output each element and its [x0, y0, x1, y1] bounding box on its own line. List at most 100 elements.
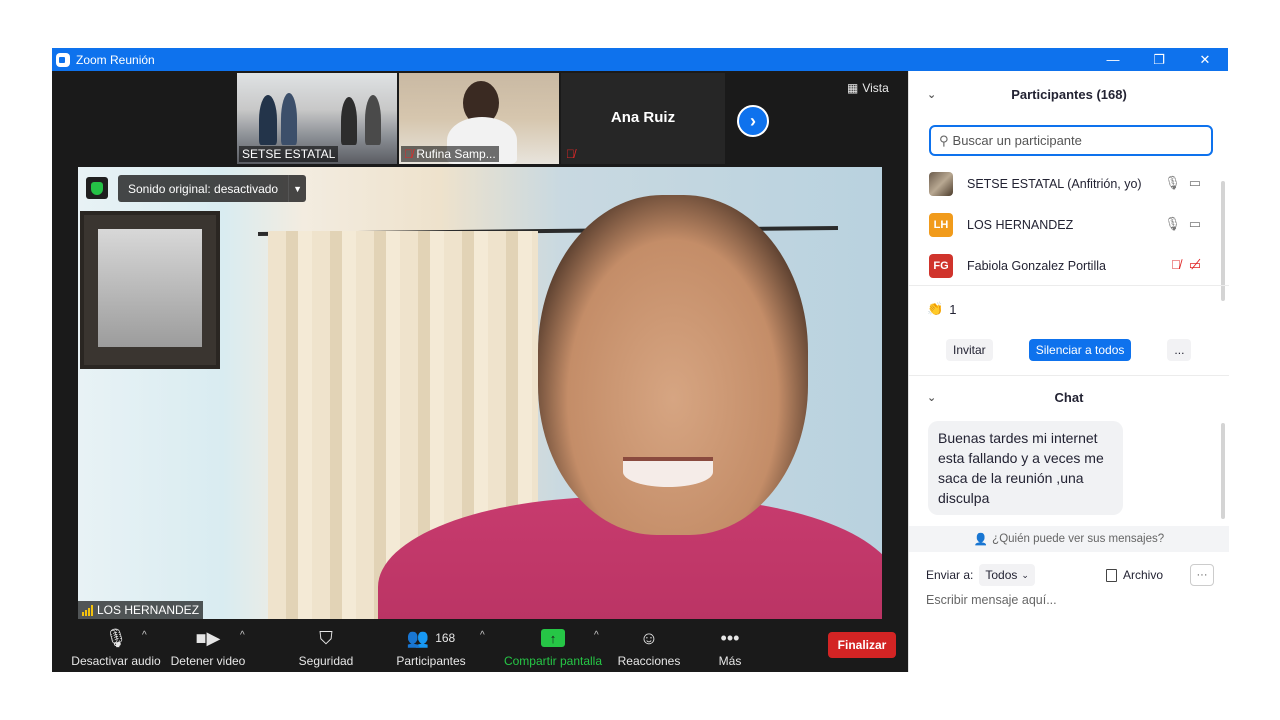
- wall-picture-frame: [80, 211, 220, 369]
- participant-name: SETSE ESTATAL (Anfitrión, yo): [967, 176, 1142, 191]
- reaction-summary: 👏 1: [927, 301, 956, 317]
- search-icon: ⚲: [939, 132, 949, 148]
- thumbnail-name: SETSE ESTATAL: [239, 146, 339, 162]
- thumbnail-rufina[interactable]: 🎙̸ Rufina Samp...: [399, 73, 559, 164]
- stop-video-button[interactable]: ■▶ Detener video: [168, 626, 248, 669]
- encryption-shield-icon[interactable]: [86, 177, 108, 199]
- user-lock-icon: 👤: [973, 534, 989, 546]
- participants-button[interactable]: 👥 168 Participantes: [392, 626, 470, 669]
- mic-muted-badge: 🎙̸: [563, 146, 578, 162]
- video-options-chevron[interactable]: ^: [240, 630, 245, 641]
- microphone-icon[interactable]: 🎙: [1164, 216, 1181, 232]
- title-bar: Zoom Reunión — ❐ ✕: [52, 48, 1228, 71]
- thumbnail-name: 🎙̸ Rufina Samp...: [401, 146, 499, 162]
- zoom-logo-icon: [56, 52, 70, 67]
- participant-scrollbar[interactable]: [1221, 181, 1225, 301]
- more-dots-icon: •••: [720, 627, 740, 648]
- mute-all-button[interactable]: Silenciar a todos: [1028, 339, 1132, 361]
- meeting-toolbar: 🎙 Desactivar audio ^ ■▶ Detener video ^ …: [52, 622, 908, 672]
- thumbnail-name: Ana Ruiz: [610, 109, 676, 126]
- person-figure: [259, 95, 277, 145]
- participants-options-chevron[interactable]: ^: [480, 630, 485, 641]
- avatar: LH: [929, 212, 953, 237]
- audio-options-chevron[interactable]: ^: [142, 630, 147, 641]
- participants-icon: 👥 168: [406, 627, 456, 648]
- share-screen-button[interactable]: ↑ Compartir pantalla: [500, 626, 606, 668]
- clapping-hands-icon: 👏: [927, 301, 944, 316]
- reactions-button[interactable]: ☺ Reacciones: [616, 626, 682, 669]
- minimize-button[interactable]: —: [1090, 48, 1136, 71]
- share-options-chevron[interactable]: ^: [594, 630, 599, 641]
- recipient-dropdown[interactable]: Todos ⌄: [979, 564, 1035, 586]
- active-speaker-video: Sonido original: desactivado ▼ LOS HERNA…: [78, 167, 882, 619]
- thumbnail-setse[interactable]: SETSE ESTATAL: [237, 73, 397, 164]
- person-figure: [365, 95, 381, 145]
- mute-audio-button[interactable]: 🎙 Desactivar audio: [62, 626, 170, 669]
- person-figure: [341, 97, 357, 145]
- microphone-icon[interactable]: 🎙: [1164, 175, 1181, 191]
- signal-bars-icon: [82, 604, 93, 616]
- original-sound-toggle[interactable]: Sonido original: desactivado ▼: [118, 175, 307, 202]
- chevron-down-icon[interactable]: ⌄: [927, 391, 936, 404]
- who-can-see-link[interactable]: 👤 ¿Quién puede ver sus mensajes?: [909, 526, 1229, 552]
- participant-list: SETSE ESTATAL (Anfitrión, yo) 🎙 ▭ LH LOS…: [909, 163, 1221, 286]
- participants-count: 168: [435, 631, 456, 645]
- mic-muted-icon: 🎙̸: [404, 147, 413, 161]
- participant-row[interactable]: SETSE ESTATAL (Anfitrión, yo) 🎙 ▭: [909, 163, 1221, 204]
- zoom-window: Zoom Reunión — ❐ ✕ SETSE ESTATAL 🎙̸ Rufi…: [52, 48, 1229, 672]
- file-icon: [1106, 568, 1117, 582]
- chat-scrollbar[interactable]: [1221, 423, 1225, 519]
- video-camera-icon[interactable]: ▭: [1189, 175, 1201, 191]
- original-sound-label: Sonido original: desactivado: [128, 181, 279, 196]
- avatar: FG: [929, 253, 953, 278]
- meeting-area: SETSE ESTATAL 🎙̸ Rufina Samp... Ana Ruiz…: [52, 71, 908, 672]
- invite-button[interactable]: Invitar: [946, 339, 993, 361]
- person-figure: [281, 93, 297, 145]
- participant-search-input[interactable]: ⚲ Buscar un participante: [929, 125, 1213, 156]
- participants-header: ⌄ Participantes (168): [909, 71, 1229, 117]
- chat-more-button[interactable]: ···: [1190, 564, 1214, 586]
- share-screen-icon: ↑: [541, 629, 565, 647]
- video-camera-icon[interactable]: ▭: [1189, 216, 1201, 232]
- window-title: Zoom Reunión: [76, 52, 155, 67]
- video-off-icon[interactable]: ▭̸: [1189, 257, 1201, 273]
- chat-title: Chat: [1054, 389, 1084, 405]
- video-camera-icon: ■▶: [195, 627, 221, 648]
- thumbnail-ana-ruiz[interactable]: Ana Ruiz 🎙̸: [561, 73, 725, 164]
- microphone-icon: 🎙: [104, 627, 128, 648]
- chat-message-input[interactable]: Escribir mensaje aquí...: [926, 593, 1057, 607]
- reaction-count: 1: [949, 301, 957, 317]
- chat-message: Buenas tardes mi internet esta fallando …: [928, 421, 1123, 515]
- participants-title: Participantes (168): [1011, 86, 1127, 102]
- chevron-down-icon[interactable]: ▼: [288, 175, 306, 202]
- file-button[interactable]: Archivo: [1106, 568, 1163, 582]
- end-meeting-button[interactable]: Finalizar: [828, 632, 896, 658]
- participant-name: Fabiola Gonzalez Portilla: [967, 258, 1106, 273]
- close-button[interactable]: ✕: [1182, 48, 1228, 71]
- speaker-name-tag: LOS HERNANDEZ: [78, 601, 204, 619]
- participant-actions: Invitar Silenciar a todos ...: [946, 339, 1192, 361]
- search-placeholder: Buscar un participante: [952, 133, 1082, 148]
- speaker-name: LOS HERNANDEZ: [97, 603, 200, 617]
- security-button[interactable]: ⛉ Seguridad: [292, 626, 360, 669]
- mic-muted-icon[interactable]: 🎙̸: [1171, 257, 1181, 273]
- participant-name: LOS HERNANDEZ: [967, 217, 1074, 232]
- more-button[interactable]: ••• Más: [708, 626, 752, 669]
- send-to-label: Enviar a:: [926, 568, 974, 582]
- speaker-smile: [623, 457, 713, 487]
- view-button[interactable]: ▦ Vista: [847, 81, 889, 95]
- send-to-row: Enviar a: Todos ⌄ Archivo ···: [926, 563, 1216, 587]
- more-options-button[interactable]: ...: [1167, 339, 1192, 361]
- next-page-button[interactable]: ›: [737, 105, 769, 137]
- side-panel: ⌄ Participantes (168) ⚲ Buscar un partic…: [908, 71, 1229, 672]
- restore-button[interactable]: ❐: [1136, 48, 1182, 71]
- participant-row[interactable]: LH LOS HERNANDEZ 🎙 ▭: [909, 204, 1221, 245]
- grid-icon: ▦: [847, 81, 859, 95]
- participant-row[interactable]: FG Fabiola Gonzalez Portilla 🎙̸ ▭̸: [909, 245, 1221, 286]
- mic-muted-icon: 🎙̸: [566, 147, 575, 161]
- avatar: [929, 171, 953, 196]
- chat-header: ⌄ Chat: [909, 377, 1229, 417]
- shield-icon: ⛉: [319, 627, 333, 648]
- chevron-down-icon: ⌄: [1021, 569, 1029, 580]
- chevron-down-icon[interactable]: ⌄: [927, 88, 936, 101]
